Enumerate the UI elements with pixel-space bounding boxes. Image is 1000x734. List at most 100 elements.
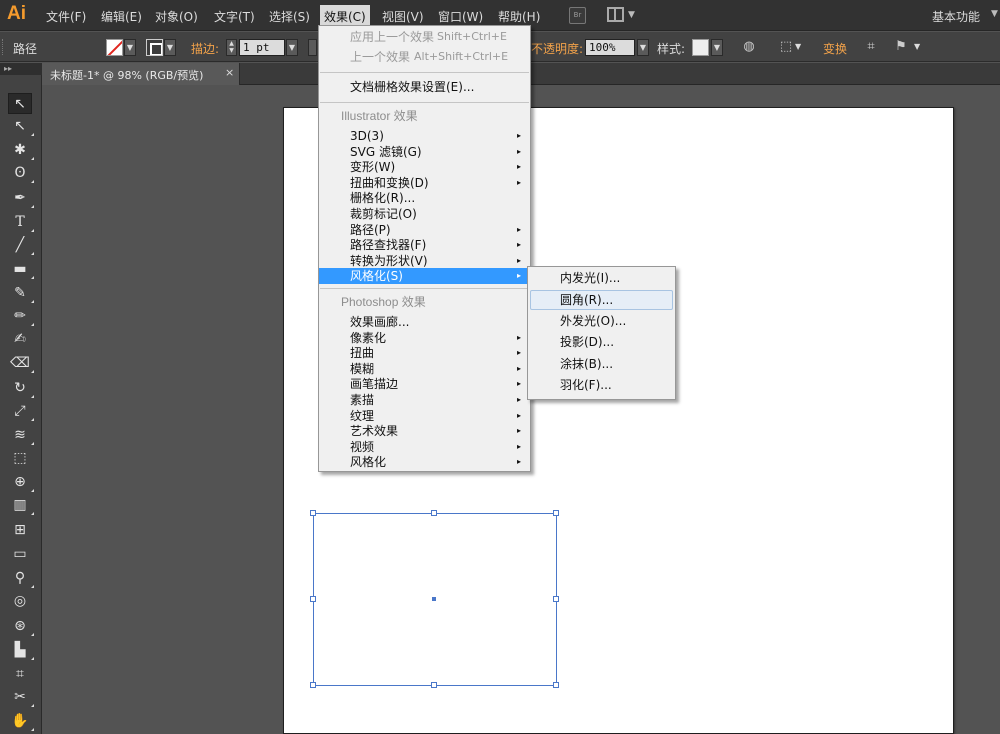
menu-item[interactable]: 艺术效果 ▸ bbox=[319, 423, 530, 439]
stroke-weight-stepper[interactable]: ▲ ▼ bbox=[226, 39, 237, 56]
symbol-sprayer-tool-icon[interactable]: ⊛ bbox=[8, 616, 34, 637]
menu-item[interactable]: 风格化 ▸ bbox=[319, 454, 530, 470]
free-transform-tool-icon[interactable]: ⬚ bbox=[8, 448, 32, 469]
lasso-tool-icon[interactable]: ʘ bbox=[8, 163, 34, 184]
workspace-switcher[interactable]: 基本功能 bbox=[932, 8, 980, 25]
menu-item[interactable]: 模糊 ▸ bbox=[319, 361, 530, 377]
align-icon[interactable]: ⬚ bbox=[777, 39, 795, 56]
menu-item-label: 像素化 bbox=[350, 330, 387, 345]
selection-handle[interactable] bbox=[553, 682, 559, 688]
menu-item[interactable]: 素描 ▸ bbox=[319, 392, 530, 408]
stroke-dropdown[interactable]: ▼ bbox=[164, 39, 176, 56]
menu-object[interactable]: 对象(O) bbox=[155, 8, 198, 25]
direct-selection-tool-icon[interactable]: ↖ bbox=[8, 116, 34, 137]
scale-tool-icon[interactable]: ⤢ bbox=[8, 401, 34, 422]
submenu-item-inner-glow[interactable]: 内发光(I)... bbox=[530, 269, 673, 289]
line-tool-icon[interactable]: ╱ bbox=[8, 235, 34, 256]
panel-collapse-icon[interactable]: ▸▸ bbox=[0, 63, 42, 75]
selection-handle[interactable] bbox=[310, 510, 316, 516]
menu-item[interactable]: 路径查找器(F) ▸ bbox=[319, 237, 530, 253]
submenu-item-round-corners[interactable]: 圆角(R)... bbox=[530, 290, 673, 310]
selection-handle[interactable] bbox=[553, 596, 559, 602]
variable-width-dropdown[interactable] bbox=[308, 39, 317, 56]
width-tool-icon[interactable]: ≋ bbox=[8, 425, 34, 446]
menu-item[interactable]: 画笔描边 ▸ bbox=[319, 376, 530, 392]
menu-edit[interactable]: 编辑(E) bbox=[101, 8, 142, 25]
menu-item[interactable]: 像素化 ▸ bbox=[319, 330, 530, 346]
menu-type[interactable]: 文字(T) bbox=[214, 8, 255, 25]
opacity-label[interactable]: 不透明度: bbox=[531, 40, 583, 57]
opacity-field[interactable]: 100% bbox=[585, 39, 635, 56]
eraser-tool-icon[interactable]: ⌫ bbox=[8, 353, 34, 374]
menu-item[interactable]: 扭曲和变换(D) ▸ bbox=[319, 175, 530, 191]
menu-item[interactable]: 视频 ▸ bbox=[319, 439, 530, 455]
blob-brush-tool-icon[interactable]: ✍ bbox=[8, 329, 32, 350]
recolor-artwork-icon[interactable]: ◍ bbox=[740, 39, 758, 56]
fill-swatch[interactable] bbox=[106, 39, 123, 56]
pencil-tool-icon[interactable]: ✏ bbox=[8, 306, 34, 327]
submenu-item-drop-shadow[interactable]: 投影(D)... bbox=[530, 333, 673, 353]
magic-wand-tool-icon[interactable]: ✱ bbox=[8, 140, 34, 161]
isolate-icon[interactable]: ⌗ bbox=[862, 39, 880, 56]
menu-item[interactable]: 风格化(S) ▸ bbox=[319, 268, 530, 285]
shape-builder-tool-icon[interactable]: ⊕ bbox=[8, 472, 34, 493]
bridge-button[interactable]: Br bbox=[569, 7, 586, 24]
menu-item[interactable]: 纹理 ▸ bbox=[319, 408, 530, 424]
menu-file[interactable]: 文件(F) bbox=[46, 8, 86, 25]
menu-item[interactable]: 转换为形状(V) ▸ bbox=[319, 253, 530, 269]
rectangle-tool-icon[interactable]: ▬ bbox=[8, 259, 34, 280]
rotate-tool-icon[interactable]: ↻ bbox=[8, 378, 34, 399]
menu-item[interactable]: 3D(3) ▸ bbox=[319, 128, 530, 144]
close-icon[interactable]: × bbox=[225, 66, 234, 79]
selection-handle[interactable] bbox=[431, 510, 437, 516]
stroke-swatch[interactable] bbox=[146, 39, 163, 56]
hand-tool-icon[interactable]: ✋ bbox=[8, 711, 34, 732]
slice-tool-icon[interactable]: ✂ bbox=[8, 687, 34, 708]
transform-label[interactable]: 变换 bbox=[823, 40, 847, 57]
submenu-item-scribble[interactable]: 涂抹(B)... bbox=[530, 355, 673, 375]
menu-item[interactable]: 栅格化(R)... bbox=[319, 190, 530, 206]
pen-tool-icon[interactable]: ✒ bbox=[8, 188, 34, 209]
menu-item-document-raster-settings[interactable]: 文档栅格效果设置(E)... bbox=[319, 79, 530, 95]
menu-help[interactable]: 帮助(H) bbox=[498, 8, 540, 25]
panel-grip[interactable] bbox=[2, 39, 5, 55]
document-tab[interactable]: 未标题-1* @ 98% (RGB/预览) × bbox=[42, 63, 240, 85]
menu-item[interactable]: 扭曲 ▸ bbox=[319, 345, 530, 361]
menu-select[interactable]: 选择(S) bbox=[269, 8, 310, 25]
menu-item[interactable]: 变形(W) ▸ bbox=[319, 159, 530, 175]
blend-tool-icon[interactable]: ◎ bbox=[8, 591, 32, 612]
column-graph-tool-icon[interactable]: ▙ bbox=[8, 640, 34, 661]
menu-item-apply-last-effect[interactable]: 应用上一个效果 Shift+Ctrl+E bbox=[319, 29, 530, 45]
menu-item[interactable]: 裁剪标记(O) bbox=[319, 206, 530, 222]
panel-menu-icon[interactable]: ⚑ bbox=[892, 39, 910, 56]
stroke-weight-field[interactable]: 1 pt bbox=[239, 39, 285, 56]
graphic-style-dropdown[interactable]: ▼ bbox=[711, 39, 723, 56]
stroke-weight-dropdown[interactable]: ▼ bbox=[286, 39, 298, 56]
selection-tool-icon[interactable]: ↖ bbox=[8, 93, 32, 114]
menu-item[interactable]: 效果画廊... bbox=[319, 314, 530, 330]
opacity-dropdown[interactable]: ▼ bbox=[637, 39, 649, 56]
menu-item-last-effect[interactable]: 上一个效果 Alt+Shift+Ctrl+E bbox=[319, 49, 530, 65]
stroke-label[interactable]: 描边: bbox=[191, 40, 219, 57]
graphic-style-swatch[interactable] bbox=[692, 39, 709, 56]
paintbrush-tool-icon[interactable]: ✎ bbox=[8, 283, 34, 304]
submenu-item-outer-glow[interactable]: 外发光(O)... bbox=[530, 312, 673, 332]
menu-window[interactable]: 窗口(W) bbox=[438, 8, 483, 25]
menu-item[interactable]: 路径(P) ▸ bbox=[319, 222, 530, 238]
fill-dropdown[interactable]: ▼ bbox=[124, 39, 136, 56]
gradient-tool-icon[interactable]: ▭ bbox=[8, 544, 32, 565]
mesh-tool-icon[interactable]: ⊞ bbox=[8, 520, 32, 541]
selection-handle[interactable] bbox=[310, 596, 316, 602]
type-tool-icon[interactable]: T bbox=[8, 212, 34, 233]
selection-handle[interactable] bbox=[310, 682, 316, 688]
selection-handle[interactable] bbox=[431, 682, 437, 688]
menu-item[interactable]: SVG 滤镜(G) ▸ bbox=[319, 144, 530, 160]
artboard-tool-icon[interactable]: ⌗ bbox=[8, 664, 32, 685]
arrange-documents-button[interactable]: ▼ bbox=[607, 7, 635, 24]
menu-effect[interactable]: 效果(C) bbox=[320, 5, 370, 26]
eyedropper-tool-icon[interactable]: ⚲ bbox=[8, 568, 34, 589]
menu-view[interactable]: 视图(V) bbox=[382, 8, 424, 25]
submenu-item-feather[interactable]: 羽化(F)... bbox=[530, 376, 673, 396]
selection-handle[interactable] bbox=[553, 510, 559, 516]
perspective-grid-tool-icon[interactable]: ▥ bbox=[8, 495, 34, 516]
